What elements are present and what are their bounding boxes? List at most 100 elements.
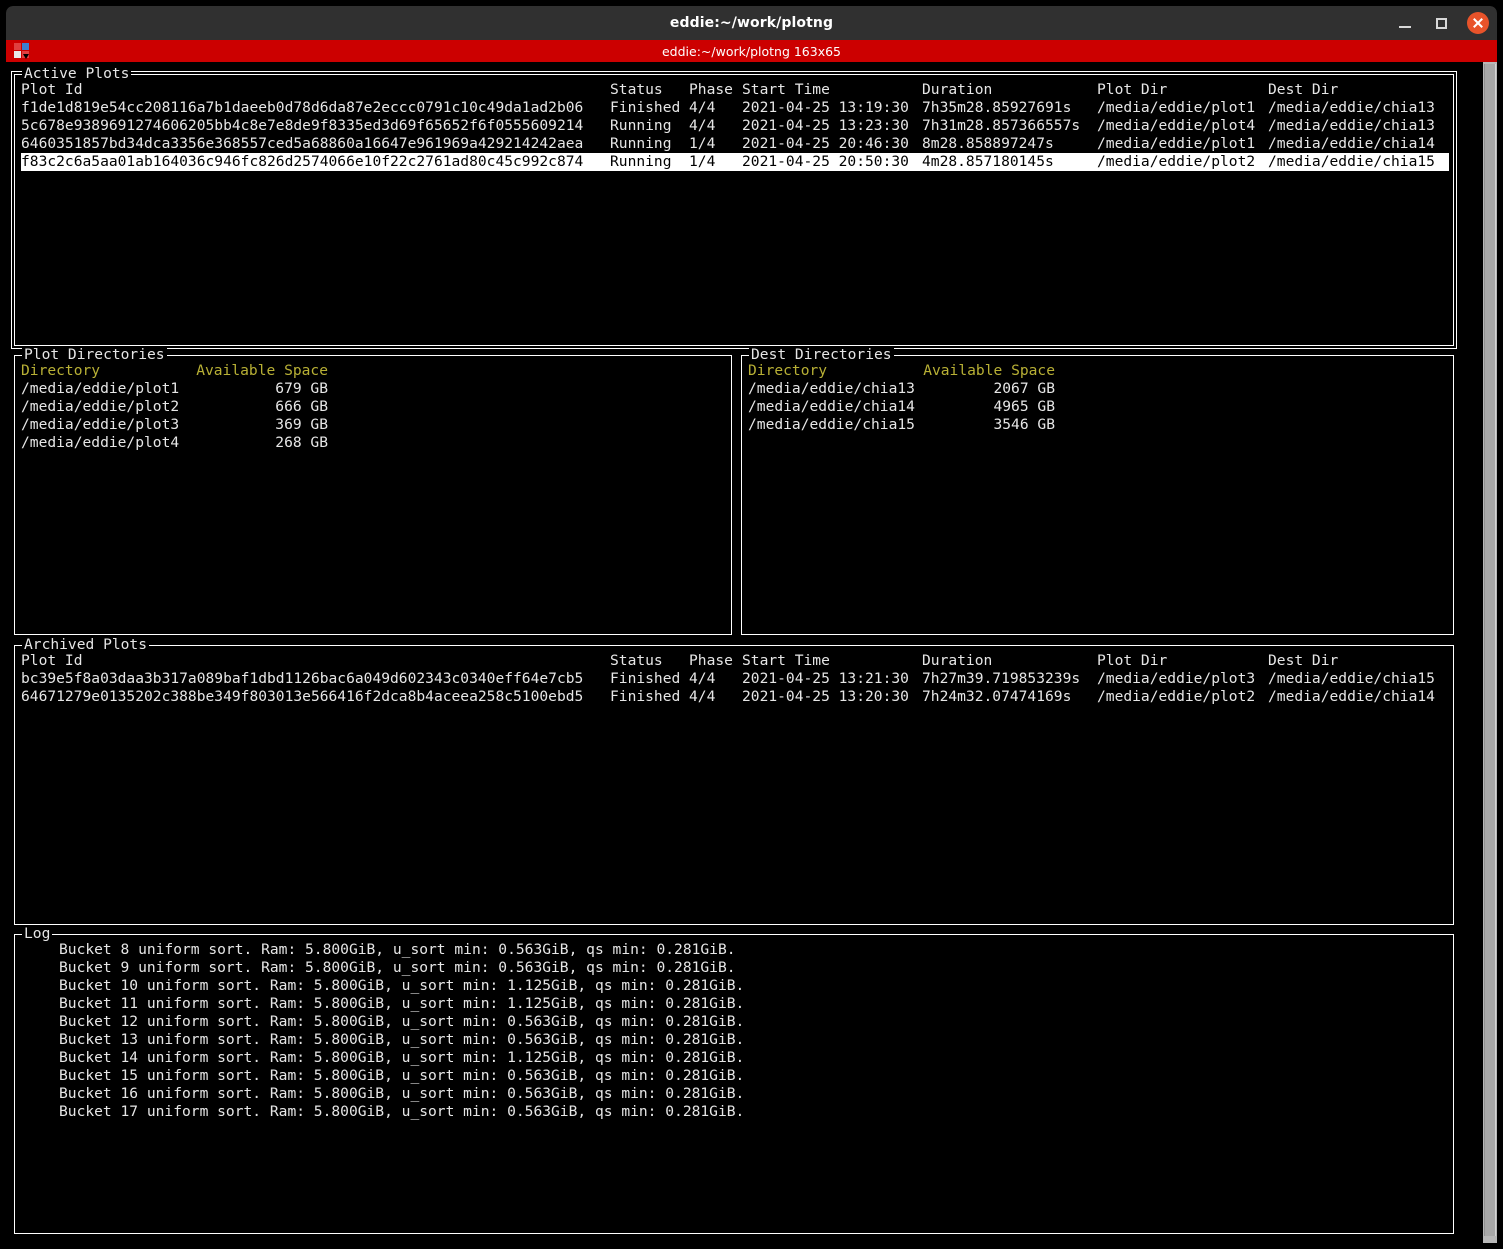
minimize-icon xyxy=(1399,25,1411,28)
cell-plot-dir: /media/eddie/plot1 xyxy=(1097,135,1256,152)
cell-duration: 8m28.858897247s xyxy=(922,135,1054,152)
window-title: eddie:~/work/plotng xyxy=(669,15,834,31)
column-header-directory: Directory xyxy=(748,362,828,379)
active-plots-header-row: Plot Id Status Phase Start Time Duration Plot… xyxy=(21,81,1449,99)
cell-plot-id: 64671279e0135202c388be349f803013e566416f… xyxy=(21,688,584,705)
minimize-button[interactable] xyxy=(1395,13,1415,33)
table-row[interactable]: f1de1d819e54cc208116a7b1daeeb0d78d6da87e… xyxy=(21,99,1449,117)
active-plots-panel: Active Plots Plot Id Status Phase Start Tim… xyxy=(11,65,1457,349)
table-row[interactable]: 64671279e0135202c388be349f803013e566416f… xyxy=(21,688,1449,706)
maximize-icon xyxy=(1435,17,1447,29)
column-header-start-time: Start Time xyxy=(742,81,830,98)
cell-dest-dir: /media/eddie/chia14 xyxy=(1268,135,1435,152)
table-row[interactable]: bc39e5f8a03daa3b317a089baf1dbd1126bac6a0… xyxy=(21,670,1449,688)
window-titlebar[interactable]: eddie:~/work/plotng xyxy=(6,6,1497,40)
tab-label[interactable]: eddie:~/work/plotng 163x65 xyxy=(662,44,841,59)
cell-phase: 1/4 xyxy=(689,135,716,152)
list-item[interactable]: /media/eddie/plot4 268 GB xyxy=(21,434,727,452)
cell-duration: 7h35m28.85927691s xyxy=(922,99,1072,116)
cell-plot-id: f83c2c6a5aa01ab164036c946fc826d2574066e1… xyxy=(21,153,584,170)
cell-dest-dir: /media/eddie/chia13 xyxy=(1268,99,1435,116)
cell-status: Running xyxy=(610,153,672,170)
close-button[interactable] xyxy=(1467,12,1489,34)
cell-plot-id: 6460351857bd34dca3356e368557ced5a68860a1… xyxy=(21,135,584,152)
cell-available-space: 268 GB xyxy=(275,434,328,451)
cell-dest-dir: /media/eddie/chia14 xyxy=(1268,688,1435,705)
plot-directories-panel: Plot Directories Directory Available Spac… xyxy=(14,346,732,635)
dest-directories-header-row: Directory Available Space xyxy=(748,362,1449,380)
cell-available-space: 369 GB xyxy=(275,416,328,433)
active-plots-body: Plot Id Status Phase Start Time Duration Plot… xyxy=(21,81,1449,343)
tab-list-icon[interactable] xyxy=(14,43,31,60)
column-header-plot-dir: Plot Dir xyxy=(1097,81,1168,98)
cell-directory: /media/eddie/plot2 xyxy=(21,398,180,415)
list-item[interactable]: /media/eddie/chia14 4965 GB xyxy=(748,398,1449,416)
cell-dest-dir: /media/eddie/chia13 xyxy=(1268,117,1435,134)
cell-phase: 4/4 xyxy=(689,688,716,705)
list-item[interactable]: /media/eddie/plot2 666 GB xyxy=(21,398,727,416)
archived-plots-body: Plot Id Status Phase Start Time Duration Plot… xyxy=(21,652,1449,922)
cell-plot-dir: /media/eddie/plot1 xyxy=(1097,99,1256,116)
cell-status: Running xyxy=(610,117,672,134)
cell-duration: 4m28.857180145s xyxy=(922,153,1054,170)
cell-start-time: 2021-04-25 13:21:30 xyxy=(742,670,909,687)
cell-phase: 4/4 xyxy=(689,99,716,116)
cell-directory: /media/eddie/plot1 xyxy=(21,380,180,397)
table-row-selected[interactable]: f83c2c6a5aa01ab164036c946fc826d2574066e1… xyxy=(21,153,1449,171)
cell-status: Finished xyxy=(610,688,681,705)
scrollbar-thumb[interactable] xyxy=(1484,64,1496,1236)
column-header-available-space: Available Space xyxy=(923,362,1055,379)
log-line: Bucket 15 uniform sort. Ram: 5.800GiB, u… xyxy=(59,1067,745,1084)
terminal-content: Active Plots Plot Id Status Phase Start Tim… xyxy=(6,62,1497,1243)
cell-available-space: 679 GB xyxy=(275,380,328,397)
cell-plot-dir: /media/eddie/plot3 xyxy=(1097,670,1256,687)
dest-directories-body: Directory Available Space /media/eddie/ch… xyxy=(748,362,1449,632)
cell-available-space: 666 GB xyxy=(275,398,328,415)
plot-directories-header-row: Directory Available Space xyxy=(21,362,727,380)
table-row[interactable]: 5c678e9389691274606205bb4c8e7e8de9f8335e… xyxy=(21,117,1449,135)
list-item[interactable]: /media/eddie/chia13 2067 GB xyxy=(748,380,1449,398)
cell-directory: /media/eddie/chia13 xyxy=(748,380,915,397)
cell-phase: 4/4 xyxy=(689,670,716,687)
cell-plot-dir: /media/eddie/plot2 xyxy=(1097,153,1256,170)
cell-plot-dir: /media/eddie/plot4 xyxy=(1097,117,1256,134)
column-header-status: Status xyxy=(610,81,663,98)
column-header-dest-dir: Dest Dir xyxy=(1268,652,1339,669)
cell-dest-dir: /media/eddie/chia15 xyxy=(1268,153,1435,170)
list-item[interactable]: /media/eddie/chia15 3546 GB xyxy=(748,416,1449,434)
list-item[interactable]: /media/eddie/plot3 369 GB xyxy=(21,416,727,434)
list-item[interactable]: /media/eddie/plot1 679 GB xyxy=(21,380,727,398)
plot-directories-body: Directory Available Space /media/eddie/pl… xyxy=(21,362,727,632)
cell-start-time: 2021-04-25 20:50:30 xyxy=(742,153,909,170)
cell-plot-id: f1de1d819e54cc208116a7b1daeeb0d78d6da87e… xyxy=(21,99,584,116)
column-header-available-space: Available Space xyxy=(196,362,328,379)
column-header-status: Status xyxy=(610,652,663,669)
column-header-phase: Phase xyxy=(689,81,733,98)
cell-plot-id: bc39e5f8a03daa3b317a089baf1dbd1126bac6a0… xyxy=(21,670,584,687)
log-line: Bucket 9 uniform sort. Ram: 5.800GiB, u_… xyxy=(59,959,736,976)
archived-plots-header-row: Plot Id Status Phase Start Time Duration Plot… xyxy=(21,652,1449,670)
cell-status: Finished xyxy=(610,99,681,116)
column-header-duration: Duration xyxy=(922,81,993,98)
column-header-directory: Directory xyxy=(21,362,101,379)
cell-directory: /media/eddie/chia15 xyxy=(748,416,915,433)
window-controls xyxy=(1395,6,1489,40)
column-header-start-time: Start Time xyxy=(742,652,830,669)
cell-phase: 4/4 xyxy=(689,117,716,134)
cell-dest-dir: /media/eddie/chia15 xyxy=(1268,670,1435,687)
column-header-plot-dir: Plot Dir xyxy=(1097,652,1168,669)
maximize-button[interactable] xyxy=(1431,13,1451,33)
cell-start-time: 2021-04-25 20:46:30 xyxy=(742,135,909,152)
cell-status: Running xyxy=(610,135,672,152)
column-header-plot-id: Plot Id xyxy=(21,81,83,98)
log-line: Bucket 17 uniform sort. Ram: 5.800GiB, u… xyxy=(59,1103,745,1120)
cell-plot-id: 5c678e9389691274606205bb4c8e7e8de9f8335e… xyxy=(21,117,584,134)
log-line: Bucket 11 uniform sort. Ram: 5.800GiB, u… xyxy=(59,995,745,1012)
column-header-duration: Duration xyxy=(922,652,993,669)
cell-available-space: 2067 GB xyxy=(993,380,1055,397)
archived-plots-panel: Archived Plots Plot Id Status Phase Start T… xyxy=(14,636,1454,925)
cell-available-space: 3546 GB xyxy=(993,416,1055,433)
log-panel: Log Bucket 8 uniform sort. Ram: 5.800GiB… xyxy=(14,925,1454,1234)
table-row[interactable]: 6460351857bd34dca3356e368557ced5a68860a1… xyxy=(21,135,1449,153)
terminal-scrollbar[interactable] xyxy=(1483,62,1497,1243)
